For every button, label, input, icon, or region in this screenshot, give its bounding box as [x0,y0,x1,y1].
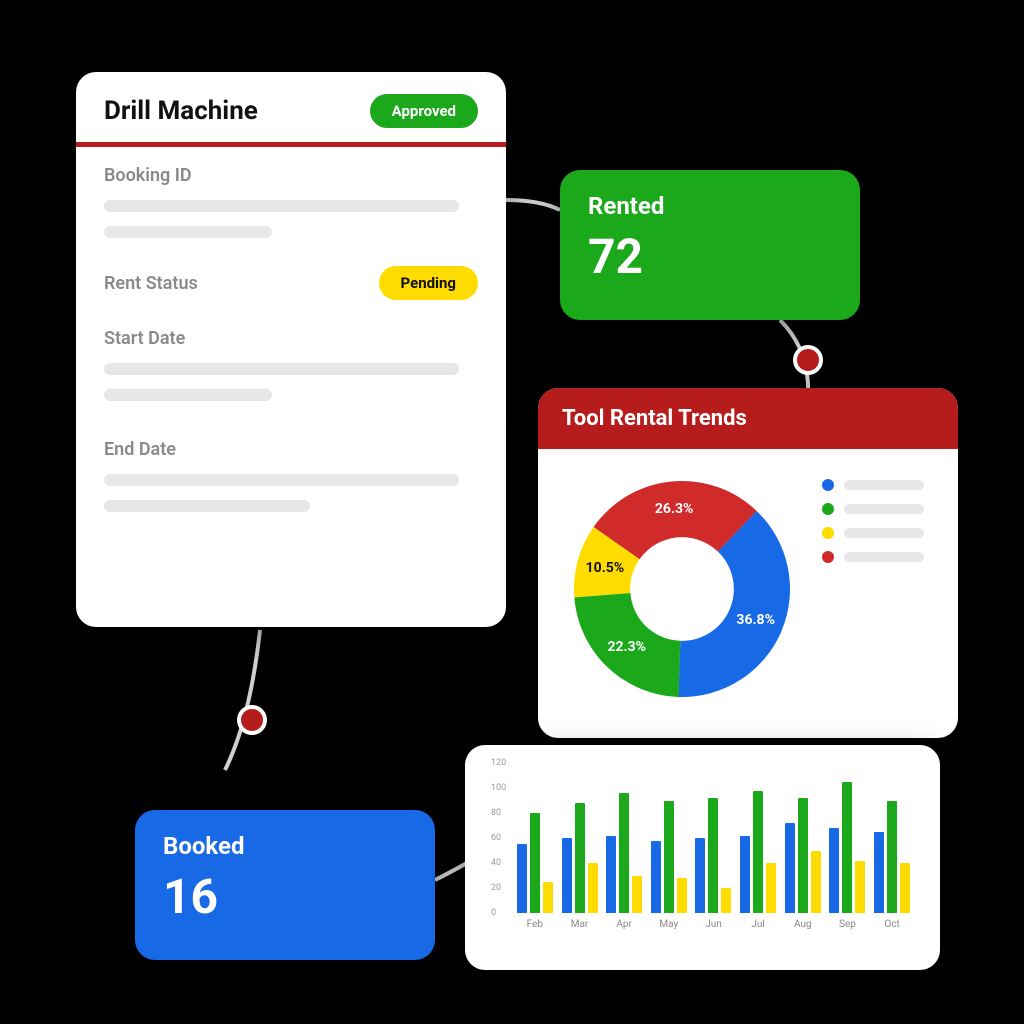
bar-group [783,798,823,913]
placeholder-line [104,500,310,512]
booking-id-label: Booking ID [104,165,478,186]
pending-badge: Pending [379,266,478,300]
bar [721,888,731,913]
placeholder-line [104,363,459,375]
bar [619,793,629,913]
legend-row [822,527,924,539]
x-tick-label: Jul [738,919,778,930]
legend-dot-icon [822,551,834,563]
bar [708,798,718,913]
bar [517,844,527,913]
bar-group [872,801,912,914]
x-tick-label: May [649,919,689,930]
drill-card: Drill Machine Approved Booking ID Rent S… [76,72,506,627]
placeholder-line [104,226,272,238]
placeholder-line [844,504,924,514]
x-tick-label: Sep [828,919,868,930]
y-tick-label: 20 [491,883,501,893]
x-tick-label: Aug [783,919,823,930]
donut-slice-label: 22.3% [607,639,646,655]
bar [530,813,540,913]
bar [874,832,884,913]
bar-group [694,798,734,913]
bar [632,876,642,914]
donut-slice-label: 36.8% [736,612,775,628]
booked-label: Booked [163,832,407,860]
legend-row [822,551,924,563]
bar [543,882,553,913]
placeholder-line [104,474,459,486]
placeholder-line [104,389,272,401]
bar [900,863,910,913]
bar [766,863,776,913]
bar-chart: 020406080100120 [515,763,912,913]
x-tick-label: Apr [604,919,644,930]
bar [695,838,705,913]
legend-row [822,503,924,515]
rented-value: 72 [588,228,832,285]
legend-dot-icon [822,503,834,515]
booked-value: 16 [163,868,407,925]
y-tick-label: 80 [491,808,501,818]
x-tick-label: Mar [560,919,600,930]
donut-legend [822,479,924,563]
bar [811,851,821,914]
rented-label: Rented [588,192,832,220]
y-tick-label: 100 [491,783,506,793]
approved-badge: Approved [370,94,478,128]
start-date-label: Start Date [104,328,478,349]
bar [664,801,674,914]
legend-dot-icon [822,527,834,539]
placeholder-line [104,200,459,212]
bar [855,861,865,914]
donut-slice-label: 26.3% [655,501,694,517]
bar-chart-card: 020406080100120 FebMarAprMayJunJulAugSep… [465,745,940,970]
placeholder-line [844,528,924,538]
bar [677,878,687,913]
y-tick-label: 40 [491,858,501,868]
bar [606,836,616,914]
bar [829,828,839,913]
x-tick-label: Jun [694,919,734,930]
placeholder-line [844,480,924,490]
y-tick-label: 0 [491,908,496,918]
end-date-label: End Date [104,439,478,460]
bar-group [604,793,644,913]
trends-card: Tool Rental Trends 26.3% 36.8% 22.3% 10.5% [538,388,958,738]
booked-tile: Booked 16 [135,810,435,960]
bar [798,798,808,913]
bar [785,823,795,913]
x-tick-label: Feb [515,919,555,930]
y-tick-label: 120 [491,758,506,768]
bar [651,841,661,914]
donut-slice-label: 10.5% [586,560,625,576]
drill-card-title: Drill Machine [104,96,258,126]
bar [887,801,897,914]
placeholder-line [844,552,924,562]
bar [842,782,852,913]
bar-group [515,813,555,913]
bar [588,863,598,913]
y-tick-label: 60 [491,833,501,843]
bar-group [649,801,689,914]
legend-row [822,479,924,491]
bar [753,791,763,914]
donut-chart: 26.3% 36.8% 22.3% 10.5% [562,469,802,709]
bar [562,838,572,913]
trends-title: Tool Rental Trends [538,388,958,449]
x-tick-label: Oct [872,919,912,930]
rented-tile: Rented 72 [560,170,860,320]
bar [575,803,585,913]
bar-group [738,791,778,914]
bar [740,836,750,914]
bar-group [560,803,600,913]
rent-status-label: Rent Status [104,273,198,294]
legend-dot-icon [822,479,834,491]
divider [76,142,506,147]
bar-chart-xaxis: Feb Mar Apr May Jun Jul Aug Sep Oct [515,913,912,930]
bar-group [828,782,868,913]
